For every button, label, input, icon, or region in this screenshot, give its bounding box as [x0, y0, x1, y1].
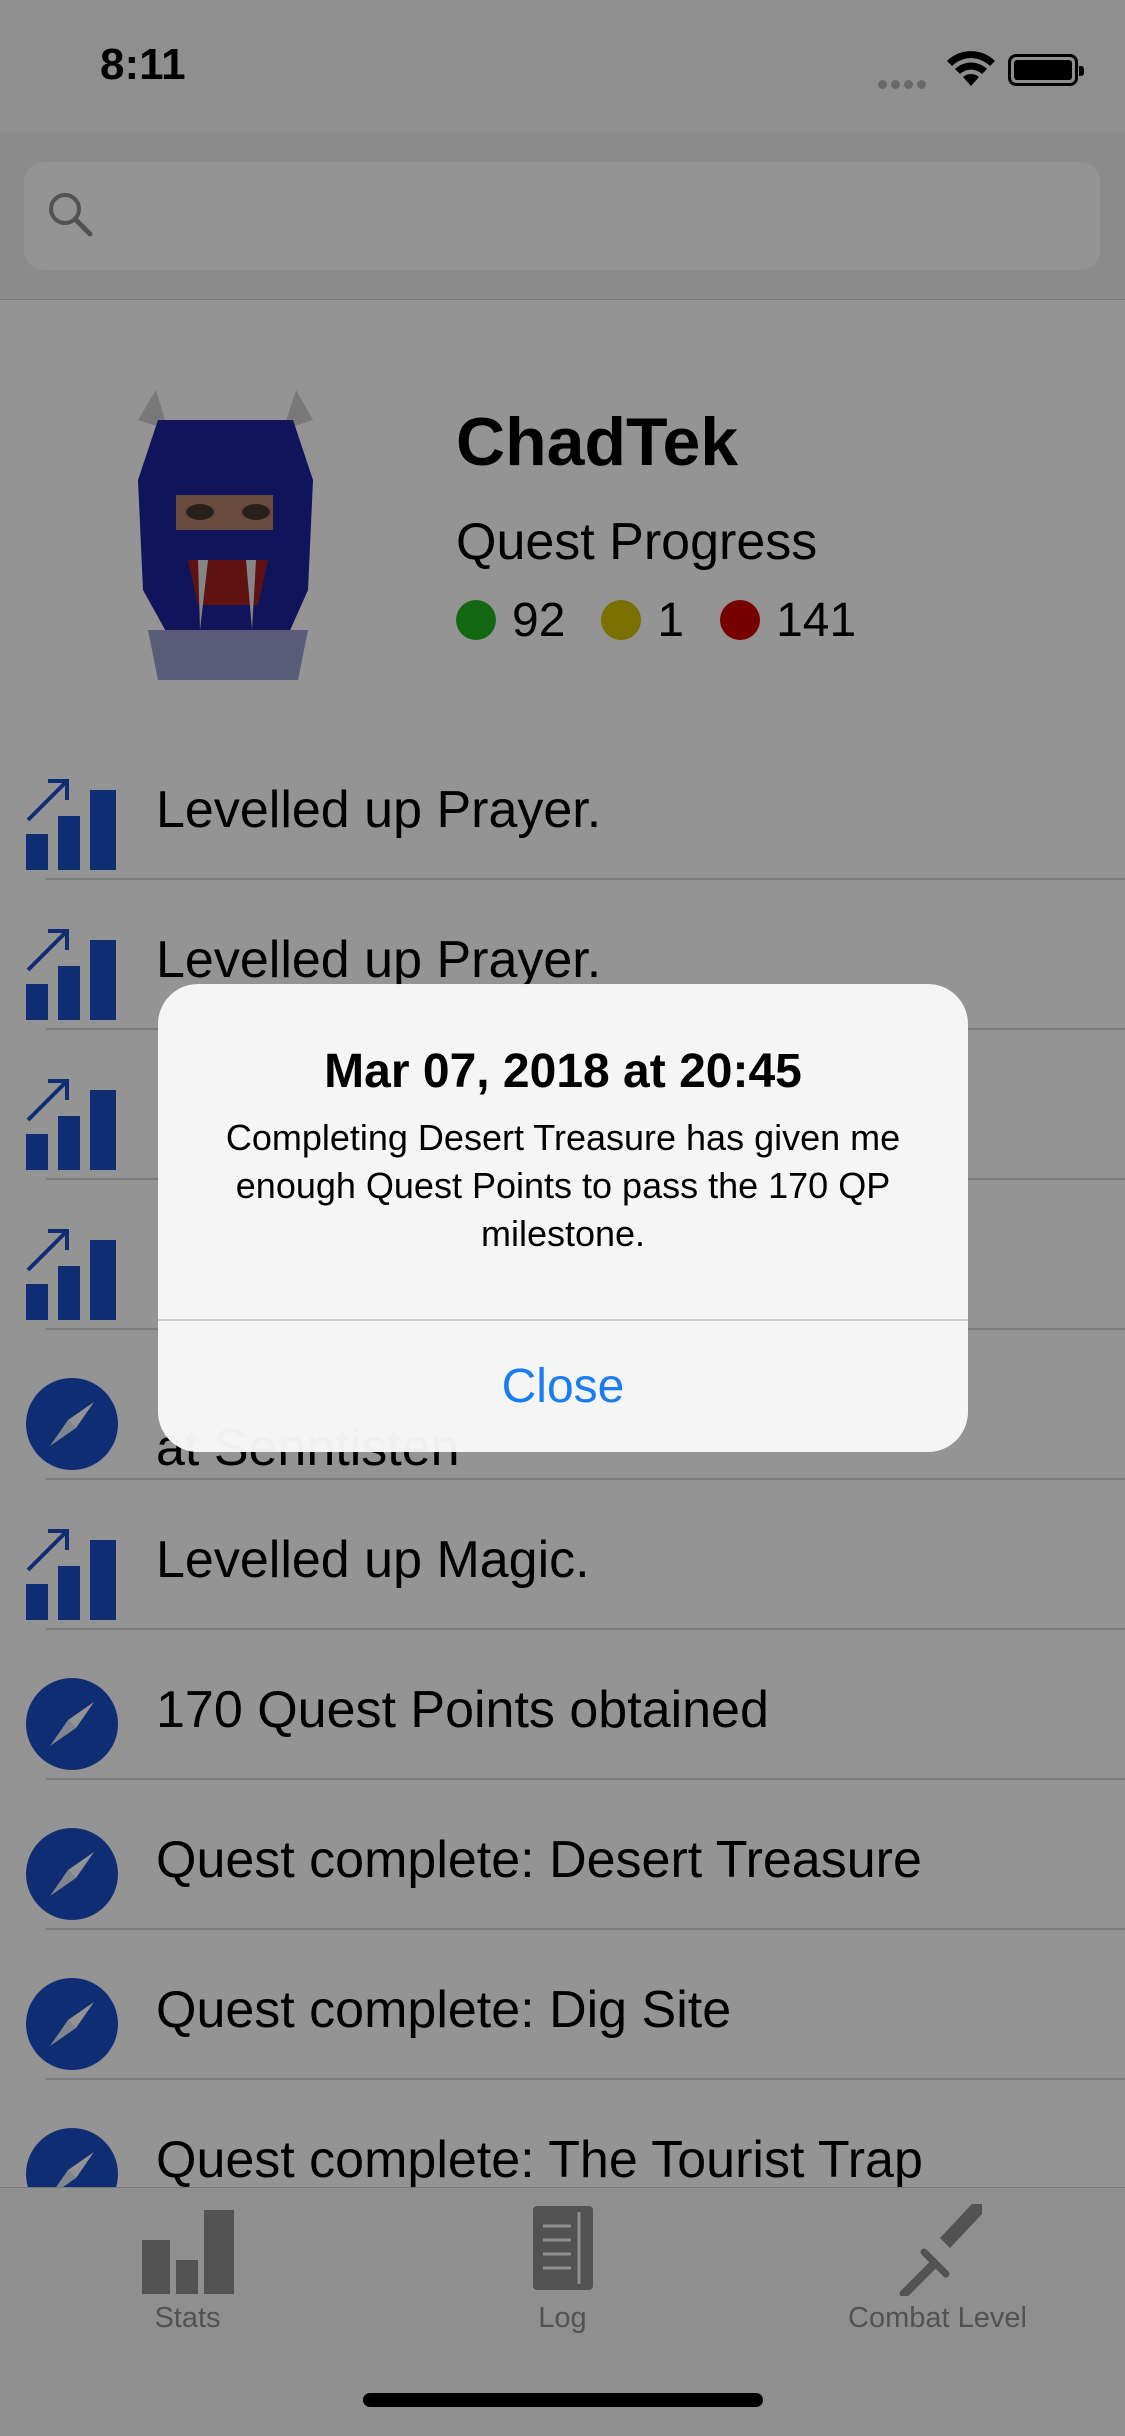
- alert-message: Completing Desert Treasure has given me …: [225, 1117, 901, 1254]
- home-indicator[interactable]: [363, 2393, 763, 2407]
- close-button[interactable]: Close: [158, 1321, 968, 1452]
- alert-title: Mar 07, 2018 at 20:45: [324, 1045, 802, 1098]
- alert-dialog: Mar 07, 2018 at 20:45 Completing Desert …: [158, 984, 968, 1452]
